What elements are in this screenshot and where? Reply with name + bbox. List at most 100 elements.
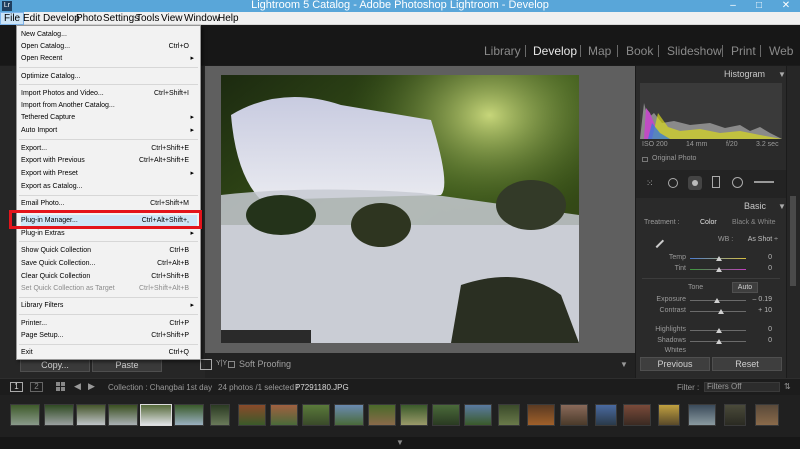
menu-item-export-with-preset[interactable]: Export with Preset ▸ [21,168,197,179]
menu-item-save-quick-collection[interactable]: Save Quick Collection... Ctrl+Alt+B [21,258,197,269]
filmstrip-thumbnail[interactable] [755,404,779,426]
scrollbar-thumb[interactable] [790,196,796,286]
module-map[interactable]: Map [588,44,611,58]
loupe-view-icon[interactable] [200,359,212,370]
filmstrip-thumbnail[interactable] [688,404,716,426]
filmstrip-thumbnail[interactable] [464,404,492,426]
histogram-title[interactable]: Histogram [724,69,765,79]
menu-item-auto-import[interactable]: Auto Import ▸ [21,125,197,136]
filmstrip-thumbnail[interactable] [658,404,680,426]
shadows-slider-knob[interactable] [716,339,722,344]
crop-tool-icon[interactable]: ⁙ [646,178,654,189]
collapse-triangle-icon[interactable]: ▼ [778,202,786,211]
temp-slider-knob[interactable] [716,256,722,261]
menu-item-show-quick-collection[interactable]: Show Quick Collection Ctrl+B [21,245,197,256]
collapse-triangle-icon[interactable]: ▼ [778,70,786,79]
filmstrip-thumbnail[interactable] [527,404,555,426]
menu-item-page-setup[interactable]: Page Setup... Ctrl+Shift+P [21,330,197,341]
menu-item-printer[interactable]: Printer... Ctrl+P [21,318,197,329]
menu-help[interactable]: Help [215,12,242,25]
previous-button[interactable]: Previous [640,357,710,371]
toolbar-menu-triangle-icon[interactable]: ▼ [620,360,628,369]
menu-item-library-filters[interactable]: Library Filters ▸ [21,300,197,311]
contrast-value[interactable]: + 10 [748,307,772,314]
forward-arrow-icon[interactable]: ▶ [88,381,95,392]
filmstrip-thumbnail[interactable] [595,404,617,426]
maximize-button[interactable]: □ [746,0,772,12]
treatment-bw-option[interactable]: Black & White [732,219,776,226]
module-develop[interactable]: Develop [533,44,577,58]
eyedropper-icon[interactable] [649,233,665,249]
close-button[interactable]: ✕ [772,0,800,12]
secondary-window-button[interactable]: 2 [30,382,43,392]
menu-item-email-photo[interactable]: Email Photo... Ctrl+Shift+M [21,198,197,209]
menu-item-export-as-catalog[interactable]: Export as Catalog... [21,181,197,192]
copy-settings-button[interactable]: Copy... [20,358,90,372]
wb-select[interactable]: As Shot ÷ [728,236,778,243]
menu-item-clear-quick-collection[interactable]: Clear Quick Collection Ctrl+Shift+B [21,271,197,282]
filmstrip-thumbnail-selected[interactable] [140,404,172,426]
menu-item-export[interactable]: Export... Ctrl+Shift+E [21,143,197,154]
filmstrip-thumbnail[interactable] [724,404,746,426]
right-panel-scrollbar[interactable] [787,66,800,378]
radial-filter-icon[interactable] [732,177,743,188]
basic-panel-title[interactable]: Basic [744,201,766,211]
filmstrip-thumbnail[interactable] [76,404,106,426]
filter-select[interactable]: Filters Off [704,382,780,392]
module-book[interactable]: Book [626,44,653,58]
filmstrip-thumbnail[interactable] [10,404,40,426]
treatment-color-option[interactable]: Color [700,219,717,226]
collection-name[interactable]: Collection : Changbai 1st day [108,383,212,392]
filmstrip-thumbnail[interactable] [238,404,266,426]
contrast-slider-knob[interactable] [718,309,724,314]
module-print[interactable]: Print [731,44,756,58]
minimize-button[interactable]: – [720,0,746,12]
filmstrip-thumbnail[interactable] [432,404,460,426]
adjustment-brush-icon[interactable] [754,181,774,183]
module-slideshow[interactable]: Slideshow [667,44,722,58]
filmstrip-thumbnail[interactable] [302,404,330,426]
grid-view-icon[interactable] [56,382,66,392]
filmstrip-thumbnail[interactable] [270,404,298,426]
filmstrip-thumbnail[interactable] [108,404,138,426]
menu-item-export-with-previous[interactable]: Export with Previous Ctrl+Alt+Shift+E [21,155,197,166]
highlights-slider-knob[interactable] [716,328,722,333]
filmstrip-thumbnail[interactable] [623,404,651,426]
back-arrow-icon[interactable]: ◀ [74,381,81,392]
temp-value[interactable]: 0 [756,254,772,261]
filmstrip-thumbnail[interactable] [498,404,520,426]
module-web[interactable]: Web [769,44,793,58]
filter-lock-icon[interactable]: ⇅ [784,382,791,391]
filmstrip-thumbnail[interactable] [560,404,588,426]
menu-item-tethered-capture[interactable]: Tethered Capture ▸ [21,112,197,123]
filmstrip-thumbnail[interactable] [368,404,396,426]
filmstrip-toggle-triangle-icon[interactable]: ▼ [396,438,404,447]
shadows-value[interactable]: 0 [756,337,772,344]
module-library[interactable]: Library [484,44,521,58]
exposure-slider-knob[interactable] [714,298,720,303]
tint-slider-knob[interactable] [716,267,722,272]
original-photo-checkbox[interactable] [642,157,648,162]
filmstrip-thumbnail[interactable] [400,404,428,426]
filmstrip-thumbnail[interactable] [334,404,364,426]
menu-item-open-catalog[interactable]: Open Catalog... Ctrl+O [21,41,197,52]
highlights-value[interactable]: 0 [756,326,772,333]
soft-proofing-checkbox[interactable] [228,361,235,368]
reset-button[interactable]: Reset [712,357,782,371]
menu-item-new-catalog[interactable]: New Catalog... [21,29,197,40]
exposure-value[interactable]: – 0.19 [748,296,772,303]
filmstrip-thumbnail[interactable] [210,404,230,426]
filmstrip-thumbnail[interactable] [44,404,74,426]
menu-item-plugin-extras[interactable]: Plug-in Extras ▸ [21,228,197,239]
paste-settings-button[interactable]: Paste [92,358,162,372]
menu-item-open-recent[interactable]: Open Recent ▸ [21,53,197,64]
menu-item-exit[interactable]: Exit Ctrl+Q [21,347,197,358]
selected-filename[interactable]: P7291180.JPG [295,383,349,392]
menu-item-optimize-catalog[interactable]: Optimize Catalog... [21,71,197,82]
auto-tone-button[interactable]: Auto [732,282,758,293]
spot-removal-icon[interactable] [668,178,678,188]
filmstrip-thumbnail[interactable] [174,404,204,426]
primary-window-button[interactable]: 1 [10,382,23,392]
menu-item-import-photos[interactable]: Import Photos and Video... Ctrl+Shift+I [21,88,197,99]
menu-item-import-from-catalog[interactable]: Import from Another Catalog... [21,100,197,111]
